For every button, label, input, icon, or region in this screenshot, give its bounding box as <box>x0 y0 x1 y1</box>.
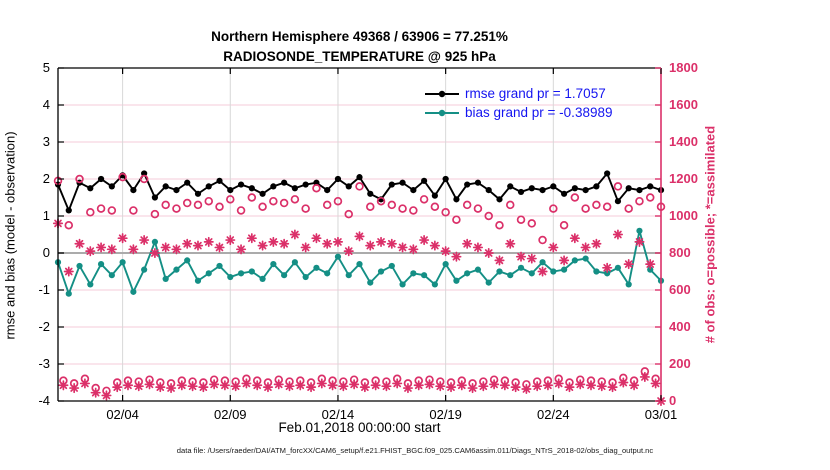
chart-title-line-1: Northern Hemisphere 49368 / 63906 = 77.2… <box>211 29 508 44</box>
chart-title: Northern Hemisphere 49368 / 63906 = 77.2… <box>0 27 719 66</box>
y-tick-label-right: 400 <box>669 319 691 334</box>
x-tick-label: 02/24 <box>537 407 570 422</box>
y-tick-label-left: -4 <box>38 393 50 408</box>
y-tick-label-left: 4 <box>42 97 50 112</box>
y-tick-label-right: 800 <box>669 245 691 260</box>
x-tick-label: 02/14 <box>321 407 355 422</box>
y-tick-label-right: 1800 <box>669 60 698 75</box>
x-tick-label: 02/19 <box>429 407 462 422</box>
y-tick-label-right: 1600 <box>669 97 698 112</box>
bias-line-sample-icon <box>425 109 459 116</box>
y-tick-label-left: 1 <box>42 208 50 223</box>
x-tick-label: 02/09 <box>214 407 247 422</box>
y-tick-label-right: 200 <box>669 356 691 371</box>
legend-label-rmse: rmse grand pr = 1.7057 <box>465 86 606 101</box>
y-tick-label-right: 1200 <box>669 171 698 186</box>
datafile-path: data file: /Users/raeder/DAI/ATM_forcXX/… <box>176 446 654 455</box>
y-tick-label-right: 1000 <box>669 208 698 223</box>
x-axis-label: Feb.01,2018 00:00:00 start <box>278 420 441 435</box>
matlab-figure: Northern Hemisphere 49368 / 63906 = 77.2… <box>0 0 830 470</box>
rmse-line-sample-icon <box>425 90 459 97</box>
y-tick-label-left: 5 <box>42 60 50 75</box>
y-tick-label-right: 1400 <box>669 134 698 149</box>
x-tick-label: 03/01 <box>644 407 678 422</box>
y-tick-label-left: -1 <box>38 282 50 297</box>
legend-label-bias: bias grand pr = -0.38989 <box>465 105 613 120</box>
y-tick-label-right: 0 <box>669 393 677 408</box>
y-tick-label-left: 2 <box>42 171 50 186</box>
legend-item-bias: bias grand pr = -0.38989 <box>424 103 612 122</box>
y-tick-label-left: -2 <box>38 319 50 334</box>
chart-title-line-2: RADIOSONDE_TEMPERATURE @ 925 hPa <box>223 48 496 64</box>
legend: rmse grand pr = 1.7057 bias grand pr = -… <box>424 84 612 122</box>
y-tick-label-left: -3 <box>38 356 50 371</box>
y-axis-label-right: # of obs: o=possible; *=assimilated <box>702 125 718 344</box>
y-tick-label-right: 600 <box>669 282 691 297</box>
y-tick-label-left: 0 <box>42 245 50 260</box>
x-tick-label: 02/04 <box>106 407 139 422</box>
y-tick-label-left: 3 <box>42 134 50 149</box>
legend-item-rmse: rmse grand pr = 1.7057 <box>424 84 612 103</box>
